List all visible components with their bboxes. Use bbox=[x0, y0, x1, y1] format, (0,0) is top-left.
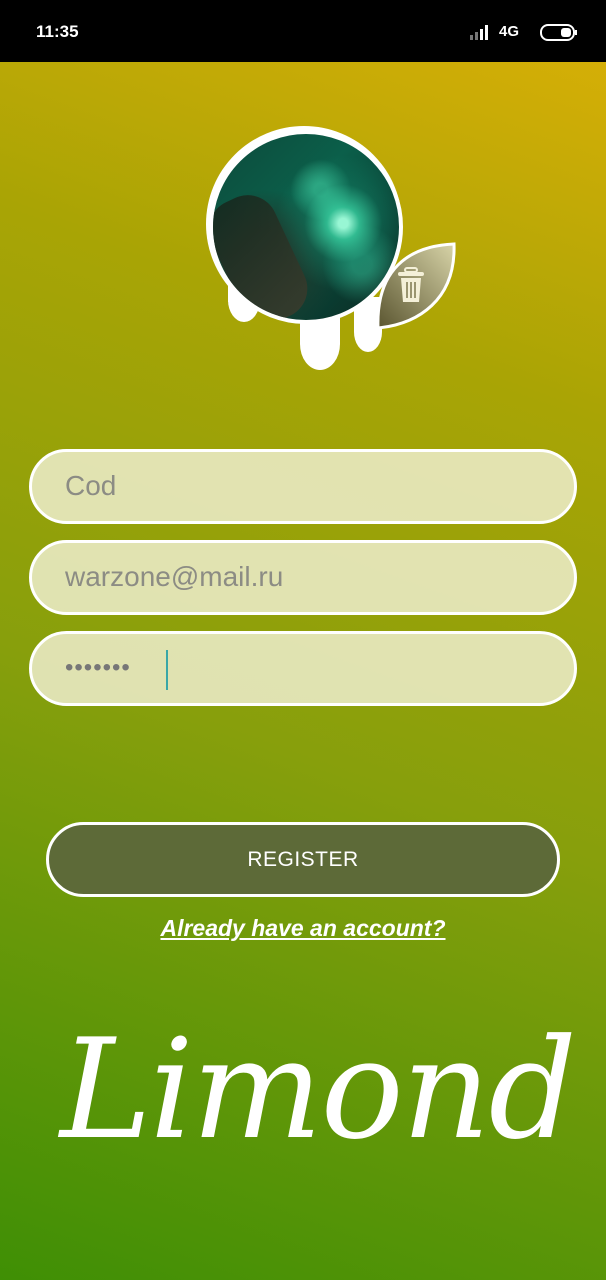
trash-icon bbox=[398, 267, 424, 302]
name-field[interactable]: Cod bbox=[29, 449, 577, 524]
email-field[interactable]: warzone@mail.ru bbox=[29, 540, 577, 615]
register-button[interactable]: REGISTER bbox=[46, 822, 560, 897]
text-caret bbox=[166, 650, 168, 690]
status-bar: 11:35 4G bbox=[0, 0, 606, 62]
signal-icon bbox=[470, 25, 488, 40]
name-value: Cod bbox=[65, 470, 117, 501]
avatar-picker[interactable] bbox=[200, 122, 470, 382]
network-label: 4G bbox=[499, 23, 520, 40]
password-field[interactable]: ••••••• bbox=[29, 631, 577, 706]
email-value: warzone@mail.ru bbox=[65, 561, 284, 592]
login-link[interactable]: Already have an account? bbox=[0, 915, 606, 942]
password-value: ••••••• bbox=[65, 654, 131, 681]
status-time: 11:35 bbox=[36, 22, 79, 41]
battery-icon bbox=[540, 24, 577, 41]
app-logo: Limond bbox=[60, 1009, 577, 1170]
